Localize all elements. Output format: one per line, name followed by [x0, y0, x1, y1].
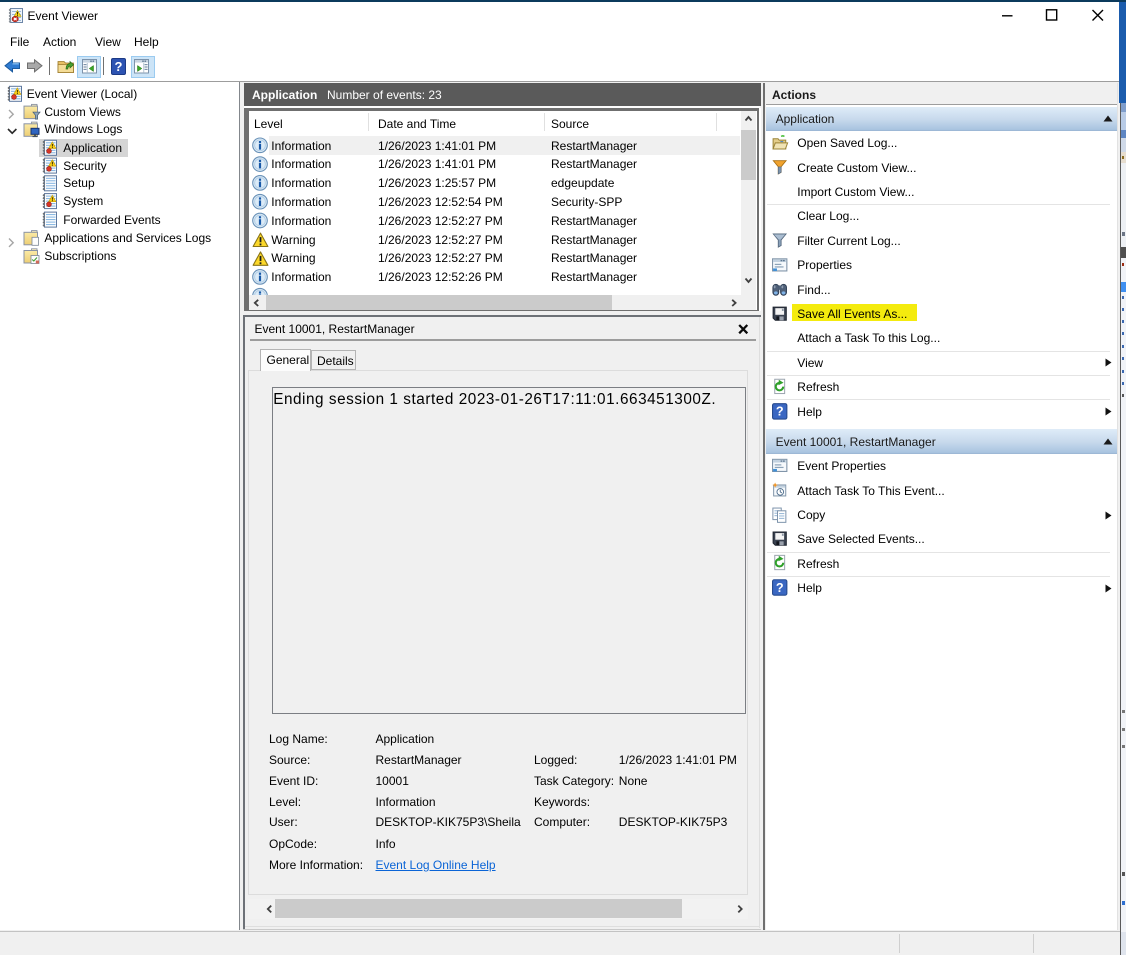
svg-text:?: ?: [115, 59, 123, 74]
